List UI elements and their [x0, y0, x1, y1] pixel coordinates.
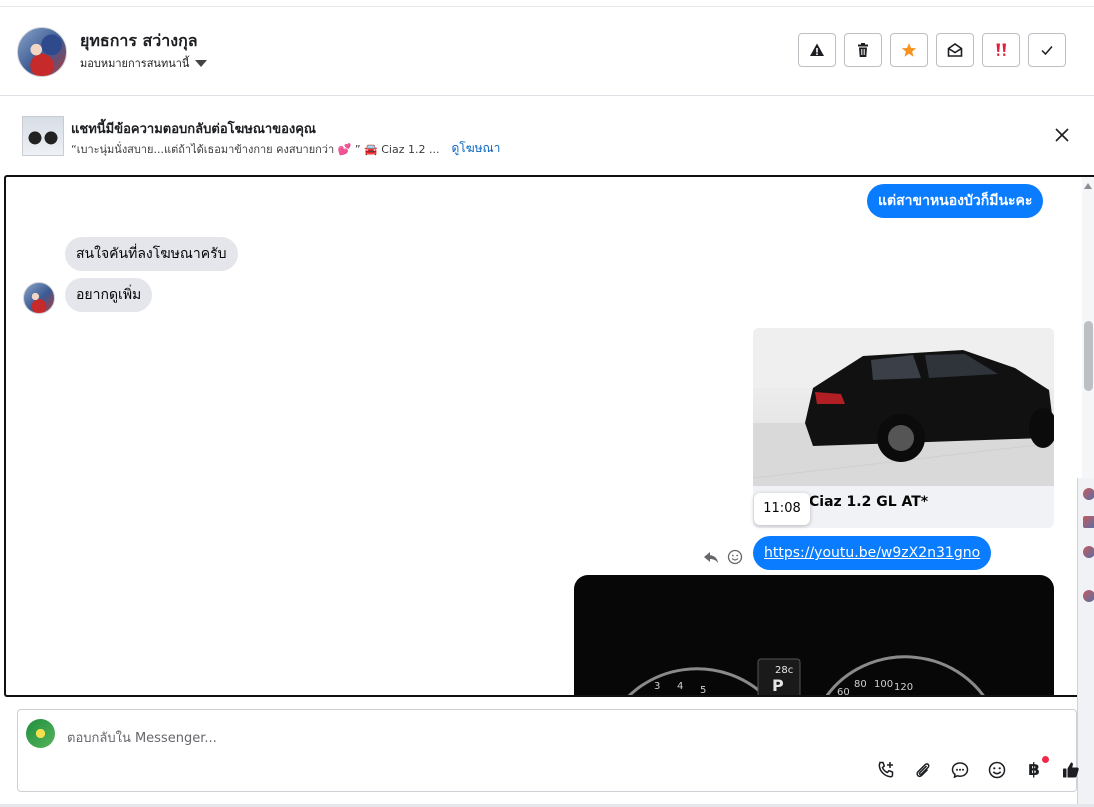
- svg-text:100: 100: [874, 679, 893, 690]
- emoji-icon: [988, 761, 1006, 779]
- svg-text:80: 80: [854, 679, 867, 690]
- svg-text:4: 4: [677, 681, 683, 692]
- scroll-up-arrow-icon[interactable]: [1084, 183, 1092, 189]
- caret-down-icon: [195, 59, 208, 67]
- delete-button[interactable]: [844, 33, 882, 67]
- trash-icon: [858, 43, 868, 57]
- call-add-icon: [878, 761, 894, 778]
- composer-toolbar: ฿: [874, 756, 1083, 782]
- side-avatar[interactable]: [1083, 590, 1094, 602]
- payment-button[interactable]: ฿: [1022, 756, 1049, 782]
- side-avatar[interactable]: [1083, 488, 1094, 500]
- svg-text:5: 5: [700, 685, 706, 696]
- conversation-actions: [798, 33, 1066, 67]
- view-ad-link[interactable]: ดูโฆษณา: [451, 139, 500, 158]
- incoming-message[interactable]: อยากดูเพิ่ม: [65, 278, 153, 312]
- timestamp-tooltip: 11:08: [754, 493, 810, 525]
- assign-conversation-dropdown[interactable]: มอบหมายการสนทนานี้: [80, 54, 208, 72]
- emoji-reaction-icon[interactable]: [727, 549, 743, 565]
- message-thread[interactable]: แต่สาขาหนองบัวก็มีนะคะ สนใจคันที่ลงโฆษณา…: [4, 175, 1094, 697]
- side-avatar[interactable]: [1083, 546, 1094, 558]
- car-caption: Ciaz 1.2 GL AT*: [809, 494, 929, 510]
- saved-reply-button[interactable]: [948, 758, 972, 782]
- svg-text:120: 120: [894, 682, 913, 693]
- svg-text:3: 3: [654, 681, 660, 692]
- mark-done-button[interactable]: [1028, 33, 1066, 67]
- scrollbar-thumb[interactable]: [1084, 321, 1093, 391]
- incoming-message[interactable]: สนใจคันที่ลงโฆษณาครับ: [65, 237, 238, 271]
- like-button[interactable]: [1059, 758, 1083, 782]
- star-button[interactable]: [890, 33, 928, 67]
- emoji-button[interactable]: [985, 758, 1009, 782]
- call-add-button[interactable]: [874, 758, 898, 782]
- contact-avatar[interactable]: [17, 27, 67, 77]
- notification-dot: [1042, 756, 1049, 763]
- reply-input[interactable]: ตอบกลับใน Messenger...: [67, 727, 217, 748]
- video-preview[interactable]: 3 4 5 60 80 100 120 28c P: [574, 575, 1054, 697]
- car-photo: [753, 328, 1054, 486]
- ad-banner-subtitle: “เบาะนุ่มนั่งสบาย...แต่ถ้าได้เธอมาข้างกา…: [71, 139, 500, 158]
- star-icon: [901, 43, 917, 57]
- message-hover-actions: [703, 549, 743, 565]
- mark-unread-icon: [947, 43, 963, 57]
- ad-quote: “เบาะนุ่มนั่งสบาย...แต่ถ้าได้เธอมาข้างกา…: [71, 142, 440, 156]
- reply-icon[interactable]: [703, 549, 719, 565]
- outgoing-message[interactable]: แต่สาขาหนองบัวก็มีนะคะ: [867, 184, 1044, 218]
- assign-label: มอบหมายการสนทนานี้: [80, 57, 190, 70]
- page-avatar: [26, 719, 55, 748]
- conversation-header: ยุทธการ สว่างกุล มอบหมายการสนทนานี้: [0, 0, 1094, 96]
- temperature-readout: 28c: [775, 665, 793, 676]
- warning-icon: [810, 43, 824, 56]
- youtube-link-message[interactable]: https://youtu.be/w9zX2n31gno: [753, 536, 992, 570]
- ad-thumbnail[interactable]: [22, 116, 64, 156]
- attach-file-button[interactable]: [911, 758, 935, 782]
- mark-unread-button[interactable]: [936, 33, 974, 67]
- contact-name[interactable]: ยุทธการ สว่างกุล: [80, 29, 198, 54]
- top-divider: [0, 6, 1094, 7]
- saved-reply-icon: [951, 762, 969, 779]
- report-spam-button[interactable]: [798, 33, 836, 67]
- check-icon: [1041, 46, 1053, 56]
- thumbs-up-icon: [1063, 762, 1079, 778]
- ad-reply-banner: แชทนี้มีข้อความตอบกลับต่อโฆษณาของคุณ “เบ…: [0, 96, 1094, 174]
- reply-composer[interactable]: ตอบกลับใน Messenger... ฿: [17, 709, 1079, 792]
- close-icon[interactable]: [1053, 126, 1071, 144]
- svg-text:60: 60: [837, 687, 850, 697]
- gear-indicator: P: [772, 676, 784, 695]
- side-thumbnail[interactable]: [1083, 516, 1094, 528]
- ad-banner-title: แชทนี้มีข้อความตอบกลับต่อโฆษณาของคุณ: [71, 122, 316, 137]
- priority-button[interactable]: [982, 33, 1020, 67]
- contact-avatar-small: [23, 282, 55, 314]
- priority-icon: [996, 43, 1006, 56]
- baht-payment-icon: ฿: [1028, 760, 1040, 780]
- attachment-icon: [916, 763, 930, 778]
